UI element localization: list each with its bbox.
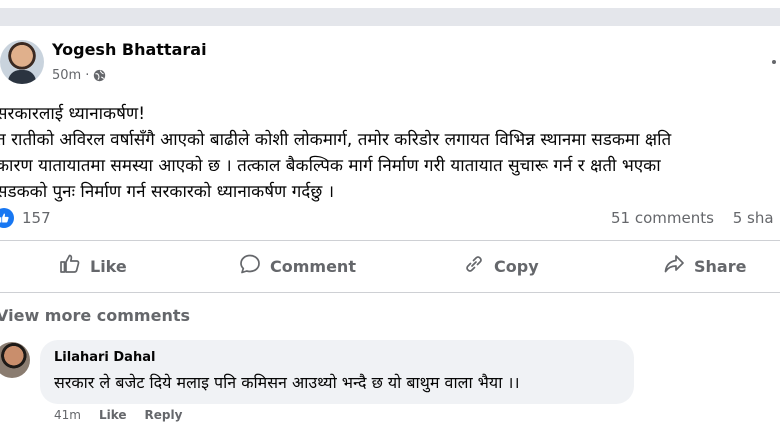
post-meta: 50m · — [52, 68, 106, 83]
like-button-label: Like — [90, 256, 127, 276]
post-line: सडकको पुनः निर्माण गर्न सरकारको ध्यानाकर… — [0, 182, 335, 202]
speech-bubble-icon — [238, 252, 262, 280]
comment-actions: 41m Like Reply — [54, 408, 182, 422]
comment-button-label: Comment — [270, 256, 356, 276]
comment-like-link[interactable]: Like — [99, 408, 127, 422]
top-strip — [0, 0, 780, 8]
post-author-name[interactable]: Yogesh Bhattarai — [52, 40, 207, 59]
comment-reply-link[interactable]: Reply — [145, 408, 183, 422]
copy-button[interactable]: Copy — [462, 247, 539, 285]
reactions-summary[interactable]: 157 — [0, 208, 51, 228]
view-more-comments-link[interactable]: View more comments — [0, 306, 190, 325]
post-options-icon[interactable] — [772, 60, 776, 64]
share-arrow-icon — [662, 252, 686, 280]
post-time[interactable]: 50m — [52, 68, 81, 83]
share-button-label: Share — [694, 256, 747, 276]
link-icon — [462, 252, 486, 280]
post-line: त रातीको अविरल वर्षासँगै आएको बाढीले कोश… — [0, 130, 672, 150]
author-avatar[interactable] — [0, 40, 44, 84]
post-line: कारण यातायातमा समस्या आएको छ । तत्काल बै… — [0, 156, 661, 176]
comment-button[interactable]: Comment — [238, 247, 356, 285]
thumbs-up-icon — [58, 252, 82, 280]
reactions-count: 157 — [22, 209, 51, 227]
like-reaction-icon — [0, 208, 14, 228]
like-button[interactable]: Like — [58, 247, 127, 285]
post-line: सरकारलाई ध्यानाकर्षण! — [0, 104, 146, 124]
comment-text: सरकार ले बजेट दिये मलाइ पनि कमिसन आउथ्यो… — [54, 373, 520, 392]
post-body: सरकारलाई ध्यानाकर्षण! त रातीको अविरल वर्… — [0, 101, 671, 205]
shares-count-link[interactable]: 5 sha — [733, 209, 774, 227]
divider — [0, 292, 780, 293]
divider — [0, 240, 780, 241]
comment-author-name[interactable]: Lilahari Dahal — [54, 350, 155, 365]
comment-time[interactable]: 41m — [54, 408, 81, 422]
share-button[interactable]: Share — [662, 247, 746, 285]
comment-bubble: Lilahari Dahal सरकार ले बजेट दिये मलाइ प… — [40, 340, 634, 404]
copy-button-label: Copy — [494, 256, 539, 276]
globe-icon — [93, 69, 106, 82]
meta-separator: · — [85, 68, 90, 83]
engagement-counts: 51 comments 5 sha — [611, 209, 774, 227]
comments-count-link[interactable]: 51 comments — [611, 209, 714, 227]
post-action-bar: Like Comment Copy Share — [0, 247, 780, 285]
